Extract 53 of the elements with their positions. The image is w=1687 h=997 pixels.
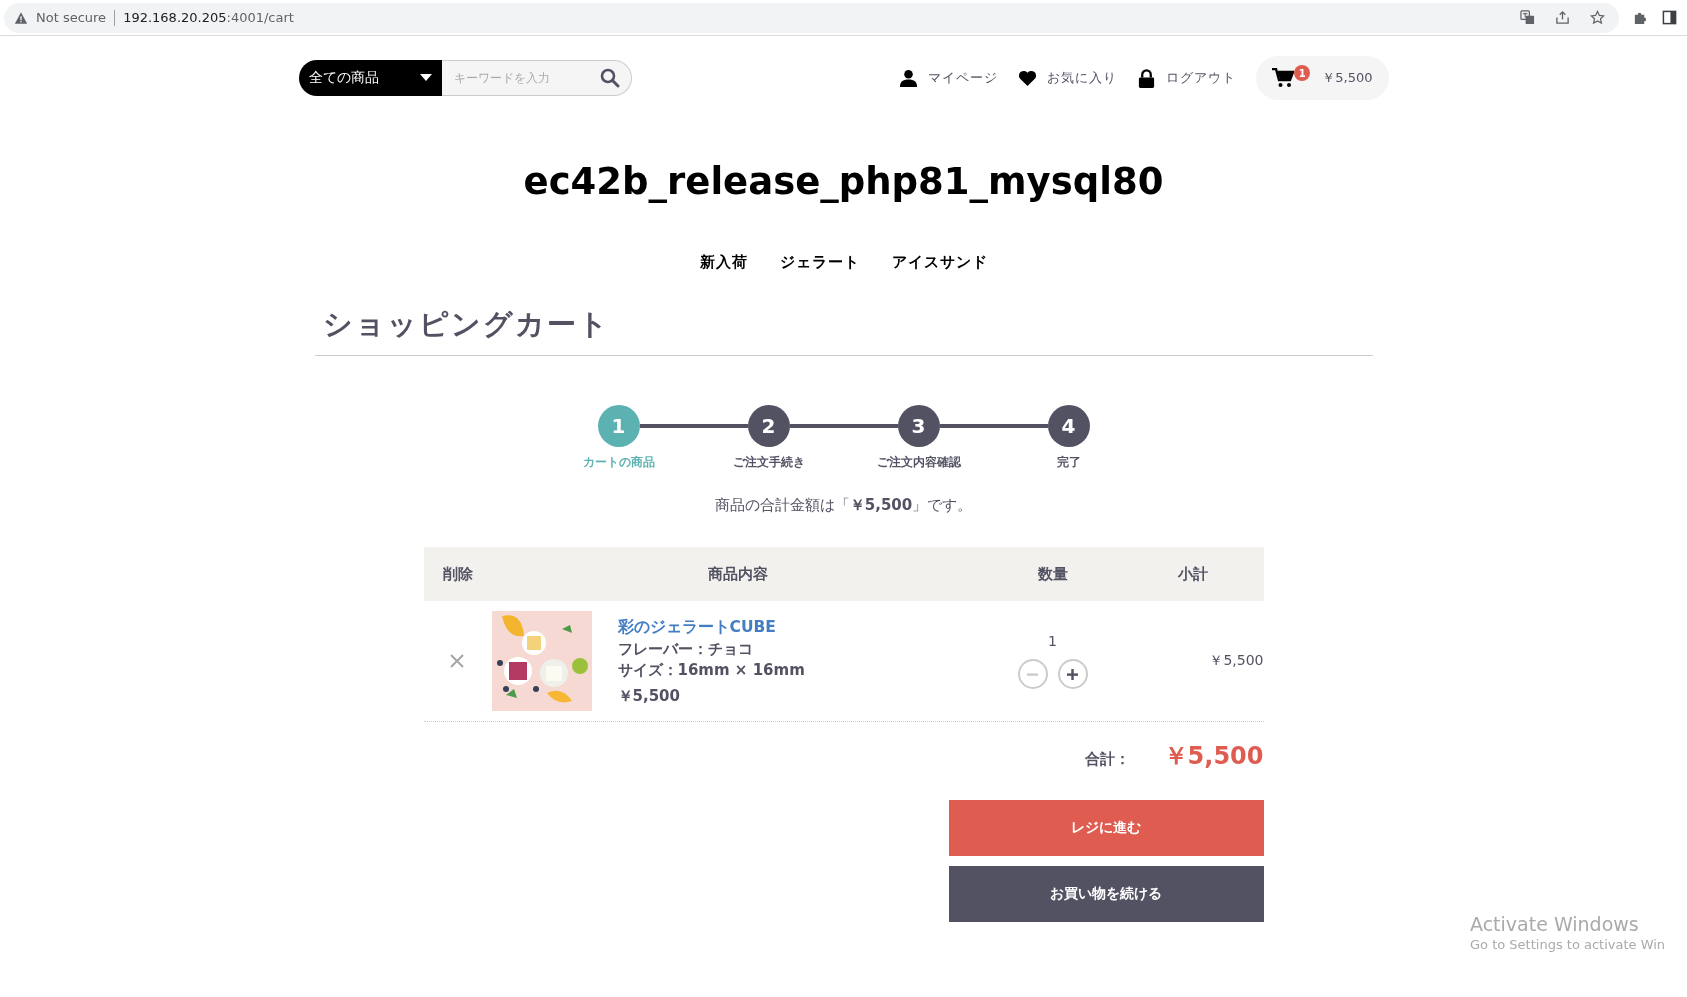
product-detail: サイズ：16mm × 16mm bbox=[617, 660, 805, 680]
activation-text: Go to Settings to activate Win bbox=[1470, 937, 1666, 952]
header-link[interactable]: ログアウト bbox=[1137, 68, 1237, 88]
step-label: ご注文内容確認 bbox=[876, 455, 961, 470]
step-circle: 1 bbox=[597, 405, 640, 447]
side-panel-icon[interactable] bbox=[1662, 10, 1677, 25]
step-circle: 4 bbox=[1047, 405, 1090, 447]
subtotal-value: ￥5,500 bbox=[1208, 652, 1264, 670]
security-label[interactable]: Not secure bbox=[36, 10, 107, 25]
cart-count-badge: 1 bbox=[1294, 65, 1311, 81]
product-price: ￥5,500 bbox=[617, 686, 681, 706]
step-circle: 2 bbox=[747, 405, 790, 447]
checkout-button[interactable]: レジに進む bbox=[948, 800, 1264, 856]
column-header: 商品内容 bbox=[706, 564, 769, 584]
nav-link[interactable]: 新入荷 bbox=[699, 253, 748, 272]
product-link[interactable]: 彩のジェラートCUBE bbox=[617, 616, 805, 638]
heart-icon bbox=[1018, 68, 1038, 88]
share-icon[interactable] bbox=[1555, 10, 1570, 25]
cart-summary: 商品の合計金額は「￥5,500」です。 bbox=[713, 496, 974, 515]
warning-icon bbox=[14, 10, 28, 25]
url-text[interactable]: 192.168.20.205:4001/cart bbox=[123, 10, 294, 25]
total-value: ￥5,500 bbox=[1163, 741, 1264, 772]
search-field[interactable]: キーワードを入力 bbox=[441, 60, 632, 96]
product-detail: フレーバー：チョコ bbox=[617, 639, 754, 659]
continue-shopping-button[interactable]: お買い物を続ける bbox=[948, 866, 1264, 922]
site-title[interactable]: ec42b_release_php81_mysql80 bbox=[0, 160, 1687, 203]
activation-title: Activate Windows bbox=[1470, 913, 1640, 935]
search-icon[interactable] bbox=[599, 68, 620, 88]
step-label: ご注文手続き bbox=[732, 455, 805, 470]
lock-icon bbox=[1137, 68, 1157, 88]
user-icon bbox=[899, 68, 919, 88]
caret-icon bbox=[419, 74, 432, 82]
column-header: 小計 bbox=[1176, 564, 1209, 584]
cart-icon bbox=[1272, 68, 1295, 88]
total-label: 合計： bbox=[1084, 750, 1130, 769]
step-label: 完了 bbox=[1056, 455, 1081, 470]
category-dropdown[interactable]: 全ての商品 bbox=[298, 60, 442, 96]
page-title: ショッピングカート bbox=[314, 305, 1373, 356]
step-circle: 3 bbox=[897, 405, 940, 447]
nav-link[interactable]: ジェラート bbox=[779, 253, 860, 272]
nav-link[interactable]: アイスサンド bbox=[891, 253, 988, 272]
star-icon[interactable] bbox=[1590, 10, 1605, 25]
plus-icon bbox=[1067, 668, 1078, 680]
header-link[interactable]: お気に入り bbox=[1018, 68, 1118, 88]
step-label: カートの商品 bbox=[582, 455, 655, 470]
translate-icon[interactable] bbox=[1520, 10, 1535, 25]
extensions-icon[interactable] bbox=[1633, 10, 1648, 25]
increase-button[interactable] bbox=[1057, 659, 1088, 689]
column-header: 数量 bbox=[1036, 564, 1069, 584]
column-header: 削除 bbox=[441, 564, 474, 584]
header-link[interactable]: マイページ bbox=[899, 68, 999, 88]
cart-button[interactable]: 1 ￥5,500 bbox=[1256, 56, 1389, 100]
quantity-value: 1 bbox=[1048, 633, 1057, 649]
